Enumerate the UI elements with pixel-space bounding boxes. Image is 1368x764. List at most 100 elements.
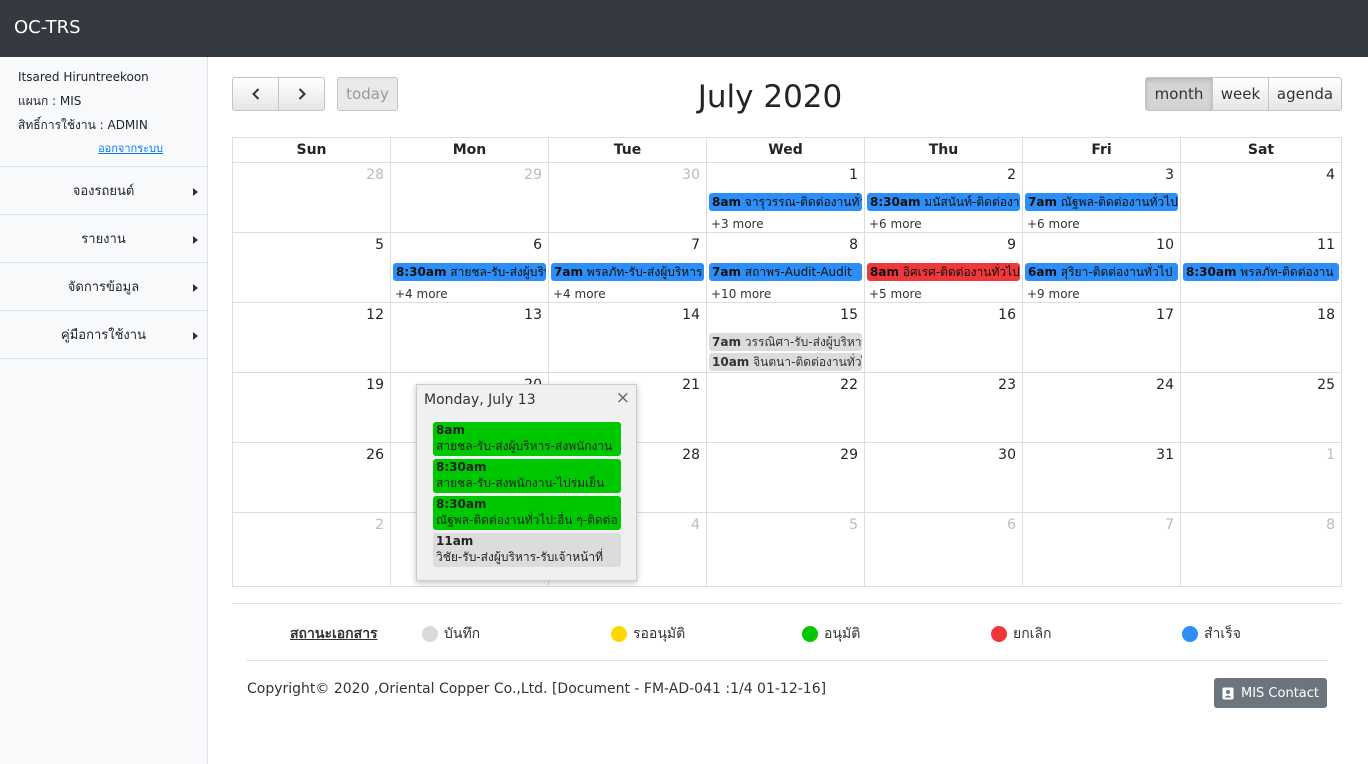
prev-month-button[interactable] bbox=[232, 77, 279, 111]
more-events-link[interactable]: +5 more bbox=[869, 287, 922, 301]
day-cell[interactable]: 2 8:30am มนัสนันท์-ติดต่องาน +6 more bbox=[865, 163, 1023, 233]
day-cell[interactable]: 6 bbox=[865, 513, 1023, 586]
sidebar-item-manage-data[interactable]: จัดการข้อมูล bbox=[0, 263, 207, 311]
day-cell[interactable]: 6 8:30am สายชล-รับ-ส่งผู้บริหาร +4 more bbox=[391, 233, 549, 303]
day-cell[interactable]: 22 bbox=[707, 373, 865, 443]
day-number[interactable]: 8 bbox=[1326, 517, 1335, 533]
day-number[interactable]: 22 bbox=[840, 377, 858, 393]
day-cell[interactable]: 29 bbox=[391, 163, 549, 233]
day-cell[interactable]: 8 7am สถาพร-Audit-Audit +10 more bbox=[707, 233, 865, 303]
day-number[interactable]: 9 bbox=[1007, 237, 1016, 253]
day-number[interactable]: 5 bbox=[849, 517, 858, 533]
more-events-link[interactable]: +4 more bbox=[553, 287, 606, 301]
day-number[interactable]: 24 bbox=[1156, 377, 1174, 393]
day-cell[interactable]: 4 bbox=[1181, 163, 1341, 233]
calendar-event[interactable]: 8:30am สายชล-รับ-ส่งผู้บริหาร bbox=[393, 263, 546, 281]
day-cell[interactable]: 23 bbox=[865, 373, 1023, 443]
day-cell[interactable]: 1 8am จารุวรรณ-ติดต่องานทั่วไป +3 more bbox=[707, 163, 865, 233]
calendar-event[interactable]: 7am วรรณิศา-รับ-ส่งผู้บริหาร bbox=[709, 333, 862, 351]
day-cell[interactable]: 5 bbox=[707, 513, 865, 586]
day-cell[interactable]: 17 bbox=[1023, 303, 1181, 373]
day-number[interactable]: 13 bbox=[524, 307, 542, 323]
popover-event[interactable]: 11am วิชัย-รับ-ส่งผู้บริหาร-รับเจ้าหน้าที… bbox=[433, 533, 621, 567]
day-number[interactable]: 28 bbox=[366, 167, 384, 183]
day-number[interactable]: 7 bbox=[691, 237, 700, 253]
more-events-link[interactable]: +4 more bbox=[395, 287, 448, 301]
day-cell[interactable]: 3 7am ณัฐพล-ติดต่องานทั่วไป +6 more bbox=[1023, 163, 1181, 233]
day-cell[interactable]: 30 bbox=[549, 163, 707, 233]
view-month-button[interactable]: month bbox=[1145, 77, 1213, 111]
view-week-button[interactable]: week bbox=[1212, 77, 1269, 111]
day-number[interactable]: 6 bbox=[1007, 517, 1016, 533]
calendar-event[interactable]: 8am จารุวรรณ-ติดต่องานทั่วไป bbox=[709, 193, 862, 211]
day-number[interactable]: 10 bbox=[1156, 237, 1174, 253]
day-cell[interactable]: 30 bbox=[865, 443, 1023, 513]
calendar-event[interactable]: 7am ณัฐพล-ติดต่องานทั่วไป bbox=[1025, 193, 1178, 211]
day-cell[interactable]: 26 bbox=[233, 443, 391, 513]
today-button[interactable]: today bbox=[337, 77, 398, 111]
day-number[interactable]: 19 bbox=[366, 377, 384, 393]
day-number[interactable]: 31 bbox=[1156, 447, 1174, 463]
app-brand[interactable]: OC-TRS bbox=[14, 17, 81, 38]
popover-event[interactable]: 8:30am ณัฐพล-ติดต่องานทั่วไป:อื่น ๆ-ติดต่… bbox=[433, 496, 621, 530]
sidebar-item-report[interactable]: รายงาน bbox=[0, 215, 207, 263]
calendar-event[interactable]: 7am พรลภัท-รับ-ส่งผู้บริหาร bbox=[551, 263, 704, 281]
view-agenda-button[interactable]: agenda bbox=[1268, 77, 1342, 111]
day-number[interactable]: 5 bbox=[375, 237, 384, 253]
more-events-link[interactable]: +9 more bbox=[1027, 287, 1080, 301]
day-number[interactable]: 6 bbox=[533, 237, 542, 253]
more-events-link[interactable]: +6 more bbox=[869, 217, 922, 231]
close-icon[interactable]: × bbox=[616, 388, 630, 408]
sidebar-item-booking[interactable]: จองรถยนต์ bbox=[0, 167, 207, 215]
day-number[interactable]: 29 bbox=[840, 447, 858, 463]
day-cell[interactable]: 7 7am พรลภัท-รับ-ส่งผู้บริหาร +4 more bbox=[549, 233, 707, 303]
day-cell[interactable]: 11 8:30am พรลภัท-ติดต่องาน bbox=[1181, 233, 1341, 303]
day-cell[interactable]: 16 bbox=[865, 303, 1023, 373]
more-events-link[interactable]: +3 more bbox=[711, 217, 764, 231]
day-cell[interactable]: 10 6am สุริยา-ติดต่องานทั่วไป +9 more bbox=[1023, 233, 1181, 303]
popover-event[interactable]: 8am สายชล-รับ-ส่งผู้บริหาร-ส่งพนักงาน bbox=[433, 422, 621, 456]
more-events-link[interactable]: +10 more bbox=[711, 287, 771, 301]
day-number[interactable]: 16 bbox=[998, 307, 1016, 323]
day-number[interactable]: 8 bbox=[849, 237, 858, 253]
day-number[interactable]: 12 bbox=[366, 307, 384, 323]
day-number[interactable]: 17 bbox=[1156, 307, 1174, 323]
day-cell[interactable]: 14 bbox=[549, 303, 707, 373]
popover-event[interactable]: 8:30am สายชล-รับ-ส่งพนักงาน-ไปร่มเย็น bbox=[433, 459, 621, 493]
calendar-event[interactable]: 8:30am มนัสนันท์-ติดต่องาน bbox=[867, 193, 1020, 211]
next-month-button[interactable] bbox=[278, 77, 325, 111]
day-cell[interactable]: 19 bbox=[233, 373, 391, 443]
day-number[interactable]: 15 bbox=[840, 307, 858, 323]
day-number[interactable]: 30 bbox=[682, 167, 700, 183]
day-cell[interactable]: 5 bbox=[233, 233, 391, 303]
mis-contact-button[interactable]: MIS Contact bbox=[1214, 678, 1327, 708]
day-number[interactable]: 29 bbox=[524, 167, 542, 183]
day-cell[interactable]: 24 bbox=[1023, 373, 1181, 443]
day-number[interactable]: 28 bbox=[682, 447, 700, 463]
more-events-link[interactable]: +6 more bbox=[1027, 217, 1080, 231]
day-number[interactable]: 3 bbox=[1165, 167, 1174, 183]
day-number[interactable]: 1 bbox=[1326, 447, 1335, 463]
day-cell[interactable]: 15 7am วรรณิศา-รับ-ส่งผู้บริหาร 10am จินตน… bbox=[707, 303, 865, 373]
day-number[interactable]: 2 bbox=[1007, 167, 1016, 183]
day-cell[interactable]: 2 bbox=[233, 513, 391, 586]
day-cell[interactable]: 18 bbox=[1181, 303, 1341, 373]
sidebar-item-manual[interactable]: คู่มือการใช้งาน bbox=[0, 311, 207, 359]
day-cell[interactable]: 28 bbox=[233, 163, 391, 233]
day-cell[interactable]: 12 bbox=[233, 303, 391, 373]
day-cell[interactable]: 31 bbox=[1023, 443, 1181, 513]
day-number[interactable]: 4 bbox=[1326, 167, 1335, 183]
calendar-event[interactable]: 8am อิศเรศ-ติดต่องานทั่วไป bbox=[867, 263, 1020, 281]
day-cell[interactable]: 29 bbox=[707, 443, 865, 513]
day-number[interactable]: 1 bbox=[849, 167, 858, 183]
day-number[interactable]: 25 bbox=[1317, 377, 1335, 393]
day-number[interactable]: 7 bbox=[1165, 517, 1174, 533]
day-number[interactable]: 14 bbox=[682, 307, 700, 323]
day-number[interactable]: 23 bbox=[998, 377, 1016, 393]
day-number[interactable]: 11 bbox=[1317, 237, 1335, 253]
calendar-event[interactable]: 10am จินตนา-ติดต่องานทั่วไป bbox=[709, 353, 862, 371]
day-number[interactable]: 4 bbox=[691, 517, 700, 533]
day-number[interactable]: 30 bbox=[998, 447, 1016, 463]
day-cell[interactable]: 7 bbox=[1023, 513, 1181, 586]
day-number[interactable]: 26 bbox=[366, 447, 384, 463]
